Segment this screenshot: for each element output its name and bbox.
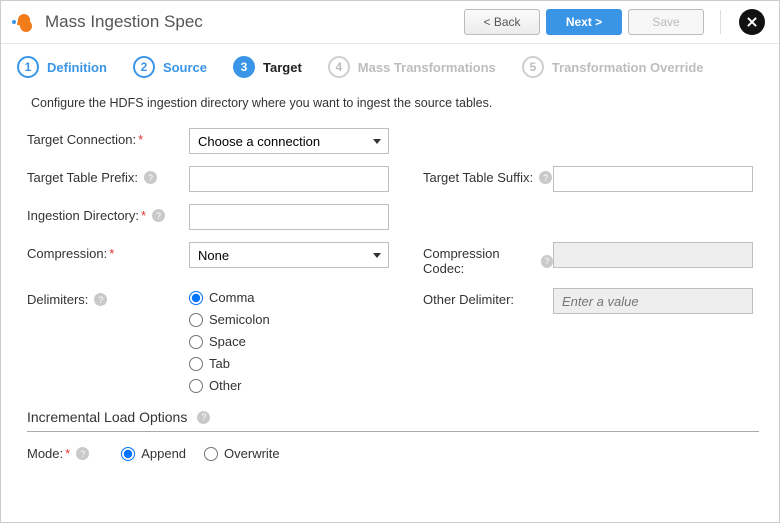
dialog-header: Mass Ingestion Spec < Back Next > Save <box>1 1 779 44</box>
help-icon[interactable]: ? <box>539 171 552 184</box>
wizard-steps: 1 Definition 2 Source 3 Target 4 Mass Tr… <box>1 44 779 90</box>
mode-overwrite-radio[interactable]: Overwrite <box>204 446 280 461</box>
label-compression-codec: Compression Codec: ? <box>423 242 553 276</box>
delimiter-comma-radio[interactable]: Comma <box>189 290 389 305</box>
step-label: Source <box>163 60 207 75</box>
label-mode: Mode:* ? <box>27 446 89 461</box>
required-asterisk: * <box>65 446 70 461</box>
mode-append-radio[interactable]: Append <box>121 446 186 461</box>
step-definition[interactable]: 1 Definition <box>17 56 107 78</box>
help-icon[interactable]: ? <box>152 209 165 222</box>
step-label: Definition <box>47 60 107 75</box>
target-table-suffix-input[interactable] <box>553 166 753 192</box>
help-icon[interactable]: ? <box>94 293 107 306</box>
delimiter-other-radio[interactable]: Other <box>189 378 389 393</box>
required-asterisk: * <box>109 246 114 261</box>
incremental-load-section-title: Incremental Load Options ? <box>27 409 759 425</box>
step-target[interactable]: 3 Target <box>233 56 302 78</box>
delimiter-tab-radio[interactable]: Tab <box>189 356 389 371</box>
step-source[interactable]: 2 Source <box>133 56 207 78</box>
save-button: Save <box>628 9 704 35</box>
step-number: 3 <box>233 56 255 78</box>
step-label: Mass Transformations <box>358 60 496 75</box>
mode-row: Mode:* ? Append Overwrite <box>27 446 759 461</box>
target-connection-select[interactable]: Choose a connection <box>189 128 389 154</box>
help-icon[interactable]: ? <box>76 447 89 460</box>
app-logo-icon <box>11 12 39 32</box>
step-number: 1 <box>17 56 39 78</box>
step-number: 5 <box>522 56 544 78</box>
next-button[interactable]: Next > <box>546 9 622 35</box>
step-number: 4 <box>328 56 350 78</box>
step-transformation-override: 5 Transformation Override <box>522 56 704 78</box>
help-icon[interactable]: ? <box>541 255 553 268</box>
mass-ingestion-dialog: Mass Ingestion Spec < Back Next > Save 1… <box>0 0 780 523</box>
ingestion-directory-input[interactable] <box>189 204 389 230</box>
back-button[interactable]: < Back <box>464 9 540 35</box>
label-target-connection: Target Connection:* <box>27 128 189 147</box>
other-delimiter-input <box>553 288 753 314</box>
step-label: Target <box>263 60 302 75</box>
header-separator <box>720 10 721 34</box>
delimiter-semicolon-radio[interactable]: Semicolon <box>189 312 389 327</box>
step-number: 2 <box>133 56 155 78</box>
label-target-table-suffix: Target Table Suffix: ? <box>423 166 553 185</box>
delimiters-radio-group: Comma Semicolon Space Tab Other <box>189 288 389 393</box>
mode-radio-group: Append Overwrite <box>121 446 279 461</box>
help-icon[interactable]: ? <box>197 411 210 424</box>
label-delimiters: Delimiters: ? <box>27 288 189 307</box>
label-target-table-prefix: Target Table Prefix: ? <box>27 166 189 185</box>
step-label: Transformation Override <box>552 60 704 75</box>
required-asterisk: * <box>138 132 143 147</box>
section-divider <box>27 431 759 432</box>
dialog-title: Mass Ingestion Spec <box>45 12 203 32</box>
form-content: Configure the HDFS ingestion directory w… <box>1 90 779 522</box>
compression-select[interactable]: None <box>189 242 389 268</box>
label-compression: Compression:* <box>27 242 189 261</box>
help-icon[interactable]: ? <box>144 171 157 184</box>
label-other-delimiter: Other Delimiter: <box>423 288 553 307</box>
delimiter-space-radio[interactable]: Space <box>189 334 389 349</box>
form-grid: Target Connection:* Choose a connection … <box>27 128 759 393</box>
compression-codec-input <box>553 242 753 268</box>
target-table-prefix-input[interactable] <box>189 166 389 192</box>
intro-text: Configure the HDFS ingestion directory w… <box>31 96 755 110</box>
close-icon[interactable] <box>739 9 765 35</box>
required-asterisk: * <box>141 208 146 223</box>
step-mass-transformations: 4 Mass Transformations <box>328 56 496 78</box>
label-ingestion-directory: Ingestion Directory:* ? <box>27 204 189 223</box>
